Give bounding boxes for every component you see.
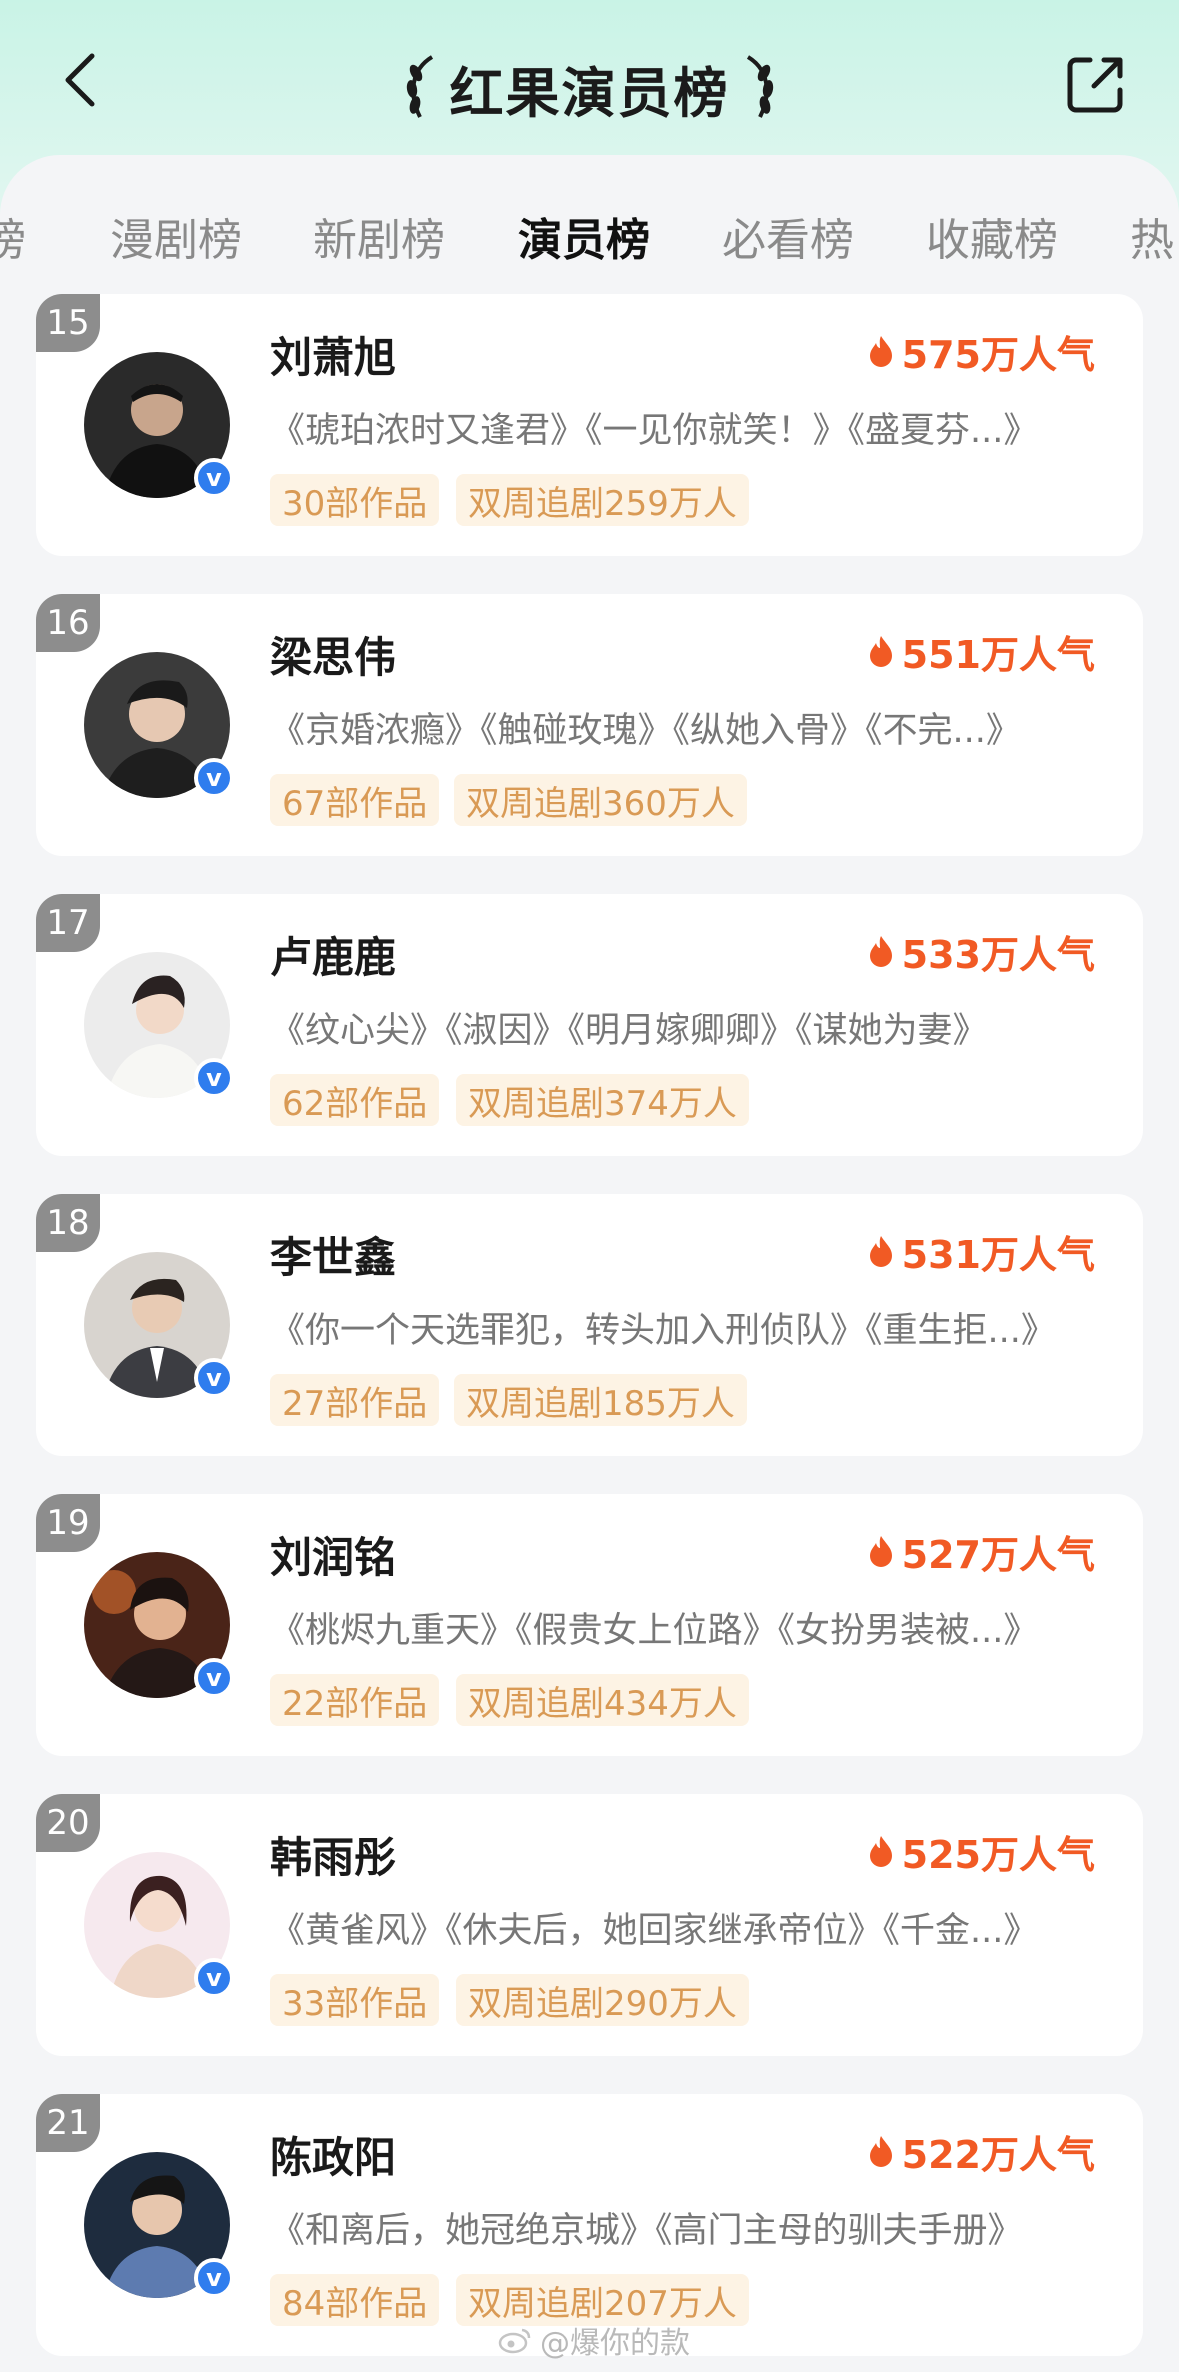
works-count-tag: 33部作品 — [270, 1974, 440, 2026]
actor-card[interactable]: 21 v 陈政阳 522万人气 《和离后，她冠绝京城》《高门主母的驯夫手册》 8… — [36, 2094, 1143, 2356]
avatar[interactable]: v — [84, 952, 234, 1100]
rank-badge: 15 — [36, 294, 100, 352]
verified-icon: v — [194, 758, 234, 798]
flame-icon — [869, 636, 892, 667]
rank-badge: 17 — [36, 894, 100, 952]
works-count-tag: 22部作品 — [270, 1674, 440, 1726]
avatar[interactable]: v — [84, 652, 234, 800]
flame-icon — [869, 2136, 892, 2167]
rank-badge: 19 — [36, 1494, 100, 1552]
flame-icon — [869, 1836, 892, 1867]
tab-xinju[interactable]: 新剧榜 — [313, 204, 445, 268]
popularity: 531万人气 — [868, 1226, 1095, 1277]
rank-badge: 21 — [36, 2094, 100, 2152]
works-count-tag: 67部作品 — [270, 774, 440, 826]
followers-tag: 双周追剧360万人 — [454, 774, 747, 826]
works-count-tag: 62部作品 — [270, 1074, 440, 1126]
avatar[interactable]: v — [84, 1252, 234, 1400]
popularity-value: 575万人气 — [901, 332, 1095, 377]
actor-card[interactable]: 16 v 梁思伟 551万人气 《京婚浓瘾》《触碰玫瑰》《纵她入骨》《不完...… — [36, 594, 1143, 856]
followers-tag: 双周追剧185万人 — [454, 1374, 747, 1426]
popularity-value: 533万人气 — [901, 932, 1095, 977]
watermark-text: @爆你的款 — [540, 2326, 690, 2361]
popularity-value: 527万人气 — [901, 1532, 1095, 1577]
works-list: 《琥珀浓时又逢君》《一见你就笑！》《盛夏芬...》 — [270, 411, 1039, 451]
works-list: 《和离后，她冠绝京城》《高门主母的驯夫手册》 — [270, 2211, 1023, 2251]
header: 红果演员榜 — [0, 0, 1179, 160]
popularity: 525万人气 — [868, 1826, 1095, 1877]
title-group: 红果演员榜 — [0, 48, 1179, 128]
actor-name: 李世鑫 — [270, 1233, 397, 1282]
actor-card[interactable]: 15 v 刘萧旭 575万人气 《琥珀浓时又逢君》《一见你就笑！》《盛夏芬...… — [36, 294, 1143, 556]
tab-favorites[interactable]: 收藏榜 — [926, 204, 1058, 268]
tab-manju[interactable]: 漫剧榜 — [110, 204, 242, 268]
tab-bar: 榜 漫剧榜 新剧榜 演员榜 必看榜 收藏榜 热 — [0, 190, 1179, 280]
verified-icon: v — [194, 2258, 234, 2298]
share-icon[interactable] — [1060, 50, 1130, 120]
followers-tag: 双周追剧374万人 — [456, 1074, 749, 1126]
works-list: 《纹心尖》《淑因》《明月嫁卿卿》《谋她为妻》 — [270, 1011, 988, 1051]
popularity: 522万人气 — [868, 2126, 1095, 2177]
followers-tag: 双周追剧434万人 — [456, 1674, 749, 1726]
popularity: 533万人气 — [868, 926, 1095, 977]
works-list: 《京婚浓瘾》《触碰玫瑰》《纵她入骨》《不完...》 — [270, 711, 1021, 751]
verified-icon: v — [194, 1358, 234, 1398]
flame-icon — [869, 1536, 892, 1567]
works-list: 《你一个天选罪犯，转头加入刑侦队》《重生拒...》 — [270, 1311, 1056, 1351]
tab-bikan[interactable]: 必看榜 — [722, 204, 854, 268]
actor-name: 韩雨彤 — [270, 1833, 397, 1882]
avatar[interactable]: v — [84, 1552, 234, 1700]
popularity-value: 531万人气 — [901, 1232, 1095, 1277]
works-count-tag: 30部作品 — [270, 474, 440, 526]
actor-card[interactable]: 17 v 卢鹿鹿 533万人气 《纹心尖》《淑因》《明月嫁卿卿》《谋她为妻》 6… — [36, 894, 1143, 1156]
verified-icon: v — [194, 1658, 234, 1698]
actor-name: 刘萧旭 — [270, 333, 397, 382]
works-count-tag: 84部作品 — [270, 2274, 440, 2326]
actor-card[interactable]: 18 v 李世鑫 531万人气 《你一个天选罪犯，转头加入刑侦队》《重生拒...… — [36, 1194, 1143, 1456]
flame-icon — [869, 336, 892, 367]
actor-name: 卢鹿鹿 — [270, 933, 397, 982]
popularity-value: 525万人气 — [901, 1832, 1095, 1877]
avatar[interactable]: v — [84, 2152, 234, 2300]
rank-badge: 20 — [36, 1794, 100, 1852]
laurel-left-icon — [406, 55, 433, 118]
tab-partial-left[interactable]: 榜 — [0, 204, 26, 268]
tab-partial-right[interactable]: 热 — [1130, 204, 1174, 268]
verified-icon: v — [194, 1958, 234, 1998]
works-list: 《桃烬九重天》《假贵女上位路》《女扮男装被...》 — [270, 1611, 1039, 1651]
weibo-icon — [498, 2328, 531, 2354]
works-count-tag: 27部作品 — [270, 1374, 440, 1426]
rank-badge: 16 — [36, 594, 100, 652]
watermark: @爆你的款 — [498, 2318, 690, 2362]
popularity-value: 522万人气 — [901, 2132, 1095, 2177]
verified-icon: v — [194, 458, 234, 498]
tab-actors[interactable]: 演员榜 — [518, 204, 650, 268]
followers-tag: 双周追剧259万人 — [456, 474, 749, 526]
works-list: 《黄雀风》《休夫后，她回家继承帝位》《千金...》 — [270, 1911, 1039, 1951]
rank-badge: 18 — [36, 1194, 100, 1252]
popularity: 551万人气 — [868, 626, 1095, 677]
flame-icon — [869, 1236, 892, 1267]
laurel-right-icon — [746, 55, 773, 118]
actor-name: 梁思伟 — [270, 633, 397, 682]
avatar[interactable]: v — [84, 1852, 234, 2000]
actor-card[interactable]: 20 v 韩雨彤 525万人气 《黄雀风》《休夫后，她回家继承帝位》《千金...… — [36, 1794, 1143, 2056]
popularity: 575万人气 — [868, 326, 1095, 377]
page-title: 红果演员榜 — [449, 61, 730, 125]
verified-icon: v — [194, 1058, 234, 1098]
actor-name: 刘润铭 — [270, 1533, 397, 1582]
popularity-value: 551万人气 — [901, 632, 1095, 677]
avatar[interactable]: v — [84, 352, 234, 500]
popularity: 527万人气 — [868, 1526, 1095, 1577]
flame-icon — [869, 936, 892, 967]
actor-name: 陈政阳 — [270, 2133, 397, 2182]
actor-card[interactable]: 19 v 刘润铭 527万人气 《桃烬九重天》《假贵女上位路》《女扮男装被...… — [36, 1494, 1143, 1756]
followers-tag: 双周追剧290万人 — [456, 1974, 749, 2026]
